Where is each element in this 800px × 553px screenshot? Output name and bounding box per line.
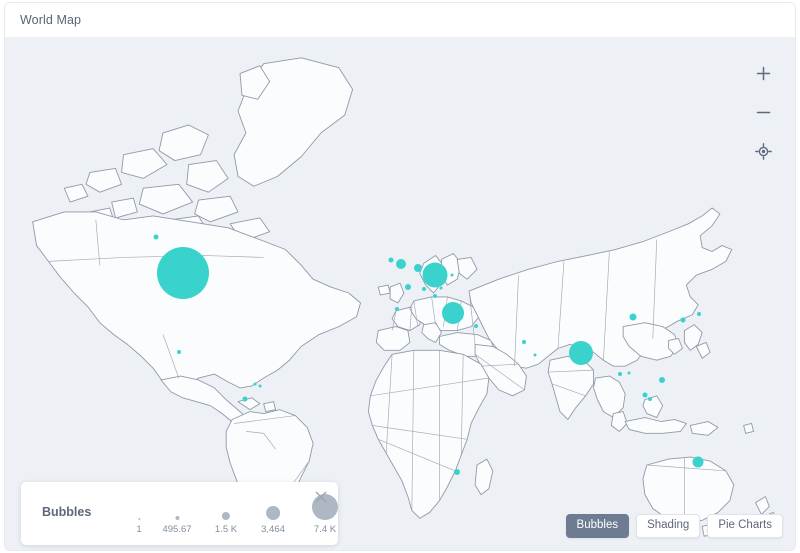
map-bubble[interactable]	[474, 324, 478, 328]
legend-bubble-swatch	[222, 512, 230, 520]
legend-bubble-swatch	[137, 518, 140, 520]
map-canvas[interactable]: Bubbles 1 495.67 1.5 K 3,464 7.4 K Bubbles Sh…	[5, 38, 795, 550]
legend-value-label: 7.4 K	[313, 524, 337, 535]
legend-scale: 1 495.67 1.5 K 3,464 7.4 K	[121, 482, 338, 545]
map-bubble[interactable]	[642, 392, 648, 398]
legend-dot-wrap	[222, 486, 230, 520]
legend-value-label: 1	[136, 524, 142, 535]
map-bubble[interactable]	[396, 259, 406, 269]
map-bubble[interactable]	[433, 294, 437, 298]
legend-close-button[interactable]	[312, 488, 330, 506]
legend-dot-wrap	[175, 486, 179, 520]
close-icon	[315, 491, 327, 503]
map-bubble[interactable]	[648, 397, 652, 401]
map-mode-button-bubbles[interactable]: Bubbles	[565, 513, 630, 538]
map-bubble[interactable]	[177, 350, 181, 354]
minus-icon	[756, 111, 770, 113]
map-bubble[interactable]	[659, 377, 665, 383]
map-bubble[interactable]	[395, 307, 399, 311]
map-bubble[interactable]	[697, 312, 701, 316]
map-bubble[interactable]	[692, 456, 704, 468]
legend-bubble-swatch	[266, 506, 280, 520]
legend-bubble-swatch	[175, 516, 179, 520]
map-controls	[750, 60, 776, 164]
legend-title: Bubbles	[42, 505, 92, 519]
map-bubble[interactable]	[680, 317, 686, 323]
map-mode-button-shading[interactable]: Shading	[636, 513, 701, 538]
legend-stop: 495.67	[162, 486, 192, 535]
bubble-legend: Bubbles 1 495.67 1.5 K 3,464 7.4 K	[21, 482, 338, 545]
map-bubble[interactable]	[533, 353, 537, 357]
legend-stop: 3,464	[261, 486, 285, 535]
plus-icon	[756, 66, 770, 80]
legend-value-label: 1.5 K	[214, 524, 238, 535]
map-bubble[interactable]	[153, 234, 159, 240]
map-bubble[interactable]	[388, 257, 394, 263]
map-bubble[interactable]	[450, 273, 454, 277]
map-bubble[interactable]	[442, 302, 464, 324]
page-title: World Map	[20, 13, 82, 27]
zoom-in-button[interactable]	[750, 60, 776, 86]
map-bubble[interactable]	[522, 340, 526, 344]
map-bubble[interactable]	[422, 262, 448, 288]
map-mode-toggle-group: Bubbles Shading Pie Charts	[565, 513, 783, 538]
map-bubble[interactable]	[629, 313, 637, 321]
map-bubble[interactable]	[618, 372, 622, 376]
map-bubble[interactable]	[157, 247, 209, 299]
map-bubble[interactable]	[439, 286, 443, 290]
crosshair-locate-icon	[754, 142, 772, 160]
map-panel: World Map Bubbles 1 495.67 1.5 K 3,464 7…	[4, 2, 796, 551]
legend-dot-wrap	[266, 486, 280, 520]
map-bubble[interactable]	[253, 382, 257, 386]
legend-value-label: 3,464	[261, 524, 285, 535]
zoom-out-button[interactable]	[750, 99, 776, 125]
map-bubble[interactable]	[405, 284, 411, 290]
legend-value-label: 495.67	[162, 524, 192, 535]
legend-stop: 1.5 K	[215, 486, 237, 535]
map-bubble[interactable]	[454, 469, 460, 475]
world-map-widget: World Map Bubbles 1 495.67 1.5 K 3,464 7…	[0, 0, 800, 553]
map-bubble[interactable]	[569, 341, 593, 365]
legend-dot-wrap	[137, 486, 140, 520]
map-bubble[interactable]	[627, 371, 631, 375]
map-bubble[interactable]	[414, 264, 422, 272]
map-bubble[interactable]	[422, 287, 426, 291]
world-map-svg	[32, 57, 778, 545]
panel-header: World Map	[5, 3, 795, 38]
legend-stop: 1	[136, 486, 142, 535]
map-bubble[interactable]	[242, 396, 248, 402]
locate-button[interactable]	[750, 138, 776, 164]
map-mode-button-pie-charts[interactable]: Pie Charts	[707, 513, 783, 538]
map-bubble[interactable]	[258, 384, 262, 388]
